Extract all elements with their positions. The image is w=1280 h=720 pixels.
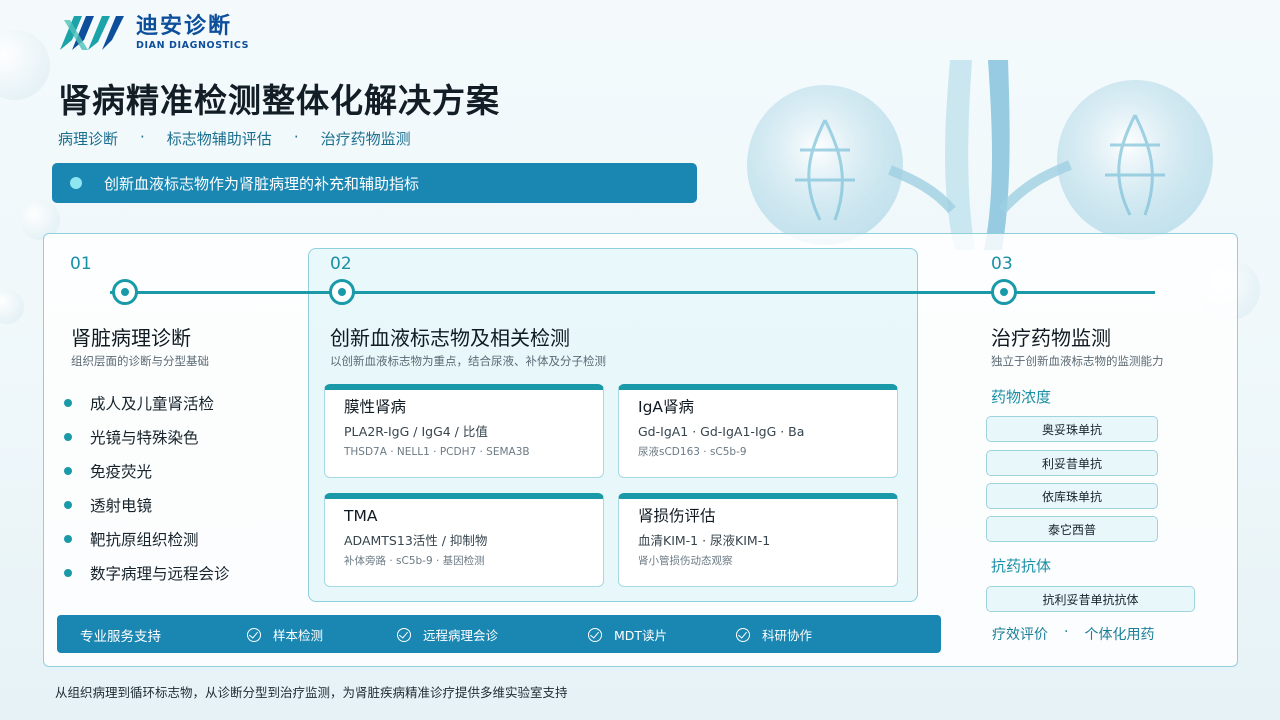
service-item-label: MDT读片 (614, 628, 668, 643)
section-title: 创新血液标志物及相关检测 (330, 326, 570, 350)
service-label: 专业服务支持 (80, 629, 161, 645)
biomarker-card: IgA肾病 Gd-IgA1 · Gd-IgA1-IgG · Ba 尿液sCD16… (618, 384, 898, 478)
service-item: 样本检测 (247, 625, 323, 644)
bullet-icon (64, 569, 72, 577)
subnav-item: 病理诊断 (58, 130, 119, 148)
list-item-label: 光镜与特殊染色 (90, 429, 199, 447)
highlight-banner: 创新血液标志物作为肾脏病理的补充和辅助指标 (52, 163, 697, 203)
card-sub: 肾小管损伤动态观察 (638, 555, 733, 567)
list-item-label: 免疫荧光 (90, 463, 153, 481)
service-item: 远程病理会诊 (397, 625, 498, 644)
kidney-illustration (747, 60, 1213, 250)
page-title: 肾病精准检测整体化解决方案 (58, 81, 500, 120)
card-sub: 补体旁路 · sC5b-9 · 基因检测 (344, 555, 485, 567)
biomarker-card: 膜性肾病 PLA2R-IgG / IgG4 / 比值 THSD7A · NELL… (324, 384, 604, 478)
card-title: IgA肾病 (638, 398, 695, 416)
drug-pill: 奥妥珠单抗 (986, 416, 1158, 442)
section-number: 01 (70, 254, 92, 274)
card-main: Gd-IgA1 · Gd-IgA1-IgG · Ba (638, 424, 805, 439)
list-item: 免疫荧光 (64, 454, 230, 488)
drug-concentration-label: 药物浓度 (991, 388, 1052, 406)
bullet-icon (64, 501, 72, 509)
drug-pill: 利妥昔单抗 (986, 450, 1158, 476)
subnav-separator: · (140, 128, 145, 146)
service-item: MDT读片 (588, 625, 667, 644)
check-circle-icon (588, 627, 602, 642)
bullet-icon (64, 433, 72, 441)
list-item-label: 靶抗原组织检测 (90, 531, 199, 549)
logo-mark-icon (60, 16, 124, 50)
list-item-label: 数字病理与远程会诊 (90, 565, 230, 583)
card-main: 血清KIM-1 · 尿液KIM-1 (638, 533, 771, 548)
efficacy-item: 个体化用药 (1084, 627, 1155, 643)
section-number: 03 (991, 254, 1013, 274)
check-circle-icon (397, 627, 411, 642)
timeline-node-icon (112, 279, 138, 305)
service-item-label: 科研协作 (762, 628, 813, 643)
section-number: 02 (330, 254, 352, 274)
timeline-node-icon (991, 279, 1017, 305)
section-subtitle: 以创新血液标志物为重点，结合尿液、补体及分子检测 (330, 354, 606, 368)
section-title: 肾脏病理诊断 (71, 326, 191, 350)
service-support-bar: 专业服务支持 样本检测 远程病理会诊 MDT读片 科研协作 (57, 615, 941, 653)
bg-molecule (0, 30, 50, 100)
biomarker-card: 肾损伤评估 血清KIM-1 · 尿液KIM-1 肾小管损伤动态观察 (618, 493, 898, 587)
card-title: 膜性肾病 (344, 398, 407, 416)
bullet-icon (64, 467, 72, 475)
biomarker-card: TMA ADAMTS13活性 / 抑制物 补体旁路 · sC5b-9 · 基因检… (324, 493, 604, 587)
efficacy-row: 疗效评价 · 个体化用药 (992, 624, 1154, 644)
service-item: 科研协作 (736, 625, 812, 644)
list-item: 数字病理与远程会诊 (64, 556, 230, 590)
subnav-item: 标志物辅助评估 (166, 130, 272, 148)
section-subtitle: 组织层面的诊断与分型基础 (71, 354, 209, 368)
banner-dot-icon (70, 177, 82, 189)
footer-note: 从组织病理到循环标志物，从诊断分型到治疗监测，为肾脏疾病精准诊疗提供多维实验室支… (55, 685, 568, 700)
list-item-label: 透射电镜 (90, 497, 153, 515)
service-item-label: 样本检测 (273, 628, 324, 643)
check-circle-icon (247, 627, 261, 642)
list-item: 透射电镜 (64, 488, 230, 522)
card-main: PLA2R-IgG / IgG4 / 比值 (344, 424, 488, 439)
bullet-icon (64, 535, 72, 543)
card-sub: 尿液sCD163 · sC5b-9 (638, 446, 747, 458)
subnav-item: 治疗药物监测 (320, 130, 411, 148)
card-sub: THSD7A · NELL1 · PCDH7 · SEMA3B (344, 446, 530, 458)
card-title: 肾损伤评估 (638, 507, 716, 525)
timeline-node-icon (329, 279, 355, 305)
section-title: 治疗药物监测 (991, 326, 1111, 350)
list-item-label: 成人及儿童肾活检 (90, 395, 215, 413)
card-title: TMA (344, 507, 378, 525)
efficacy-separator: · (1064, 624, 1069, 640)
subtitle-nav: 病理诊断 · 标志物辅助评估 · 治疗药物监测 (58, 128, 411, 149)
anti-drug-antibody-label: 抗药抗体 (991, 557, 1052, 575)
bullet-icon (64, 399, 72, 407)
drug-pill: 依库珠单抗 (986, 483, 1158, 509)
list-item: 靶抗原组织检测 (64, 522, 230, 556)
card-main: ADAMTS13活性 / 抑制物 (344, 533, 488, 548)
list-item: 成人及儿童肾活检 (64, 386, 230, 420)
efficacy-item: 疗效评价 (992, 627, 1048, 643)
pathology-list: 成人及儿童肾活检 光镜与特殊染色 免疫荧光 透射电镜 靶抗原组织检测 数字病理与… (64, 386, 230, 590)
brand-logo: 迪安诊断 DIAN DIAGNOSTICS (58, 12, 249, 52)
check-circle-icon (736, 627, 750, 642)
service-item-label: 远程病理会诊 (423, 628, 499, 643)
drug-pill: 泰它西普 (986, 516, 1158, 542)
logo-cn-text: 迪安诊断 (136, 13, 233, 39)
list-item: 光镜与特殊染色 (64, 420, 230, 454)
bg-molecule (0, 290, 24, 324)
logo-en-text: DIAN DIAGNOSTICS (136, 39, 250, 51)
section-subtitle: 独立于创新血液标志物的监测能力 (991, 354, 1164, 368)
subnav-separator: · (293, 128, 299, 146)
antibody-pill: 抗利妥昔单抗抗体 (986, 586, 1195, 612)
banner-text: 创新血液标志物作为肾脏病理的补充和辅助指标 (104, 174, 420, 193)
